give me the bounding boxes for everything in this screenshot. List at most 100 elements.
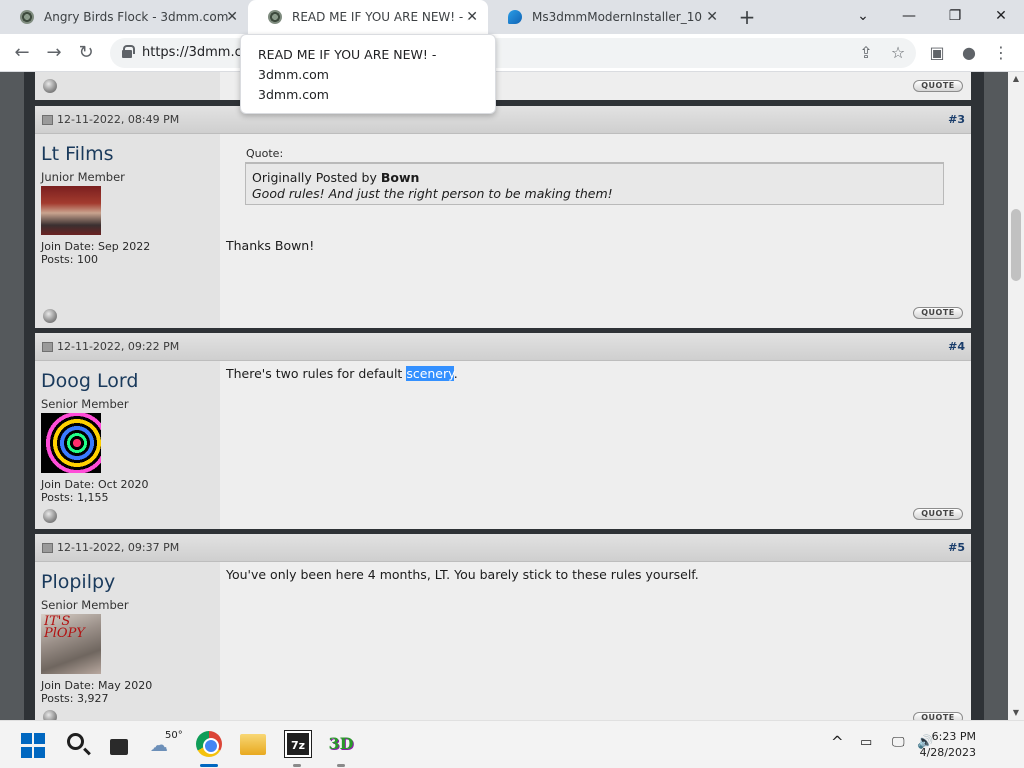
user-info: Join Date: Sep 2022 Posts: 100 xyxy=(41,240,150,266)
globe-icon xyxy=(268,10,282,24)
profile-icon[interactable]: ● xyxy=(958,42,980,64)
tab-read-me[interactable]: READ ME IF YOU ARE NEW! - 3dmm.com ✕ xyxy=(248,0,488,34)
user-avatar[interactable] xyxy=(41,186,101,235)
username-link[interactable]: Lt Films xyxy=(41,143,114,165)
search-icon[interactable] xyxy=(65,731,91,757)
close-icon[interactable]: ✕ xyxy=(226,9,238,25)
reload-button[interactable]: ↻ xyxy=(74,41,98,65)
username-link[interactable]: Doog Lord xyxy=(41,370,138,392)
post-icon xyxy=(42,342,53,352)
post-body: Quote: Originally Posted by Bown Good ru… xyxy=(226,134,966,328)
join-date: Join Date: Oct 2020 xyxy=(41,478,149,491)
new-tab-button[interactable]: + xyxy=(736,6,758,28)
post-count: Posts: 100 xyxy=(41,253,98,266)
bookmark-star-icon[interactable]: ☆ xyxy=(887,42,909,64)
keyboard-icon[interactable]: ▭ xyxy=(860,735,872,750)
offline-status-icon xyxy=(43,79,57,93)
back-button[interactable]: ← xyxy=(10,41,34,65)
post-date: 12-11-2022, 09:22 PM xyxy=(57,340,180,353)
tab-title: Angry Birds Flock - 3dmm.com xyxy=(44,10,229,24)
post-header: 12-11-2022, 08:49 PM #3 xyxy=(35,106,971,134)
scroll-down-arrow-icon[interactable]: ▼ xyxy=(1008,706,1024,720)
quote-button[interactable]: QUOTE xyxy=(913,712,963,720)
user-column: Plopilpy Senior Member IT'S PlOPY Join D… xyxy=(35,562,220,720)
post-icon xyxy=(42,543,53,553)
post-number-link[interactable]: #3 xyxy=(948,113,965,126)
tab-bar: Angry Birds Flock - 3dmm.com ✕ READ ME I… xyxy=(0,0,1024,34)
share-icon[interactable]: ⇪ xyxy=(855,42,877,64)
close-icon[interactable]: ✕ xyxy=(706,9,718,25)
sevenzip-running-indicator xyxy=(293,764,301,767)
forum-post: 12-11-2022, 08:49 PM #3 Lt Films Junior … xyxy=(35,106,971,328)
clock-date: 4/28/2023 xyxy=(919,746,976,759)
avatar-scrawl: IT'S PlOPY xyxy=(44,614,85,641)
side-panel-icon[interactable]: ▣ xyxy=(926,42,948,64)
post-message: Thanks Bown! xyxy=(226,238,315,253)
page-scrollbar[interactable]: ▲ ▼ xyxy=(1008,72,1024,720)
offline-status-icon xyxy=(43,309,57,323)
quote-button[interactable]: QUOTE xyxy=(913,80,963,92)
tab-tooltip: READ ME IF YOU ARE NEW! - 3dmm.com 3dmm.… xyxy=(240,34,496,114)
tab-installer[interactable]: Ms3dmmModernInstaller_10 ✕ xyxy=(488,0,728,34)
quote-prefix: Originally Posted by xyxy=(252,170,381,185)
post-message: You've only been here 4 months, LT. You … xyxy=(226,567,699,582)
address-bar[interactable]: https://3dmm.com xyxy=(110,38,916,68)
post-header: 12-11-2022, 09:37 PM #5 xyxy=(35,534,971,562)
user-column: Lt Films Junior Member Join Date: Sep 20… xyxy=(35,134,220,328)
tab-title: Ms3dmmModernInstaller_10 xyxy=(532,10,702,24)
close-window-button[interactable]: ✕ xyxy=(989,6,1013,26)
restore-button[interactable]: ❐ xyxy=(943,6,967,26)
tooltip-title: READ ME IF YOU ARE NEW! - xyxy=(258,47,437,62)
menu-icon[interactable]: ⋮ xyxy=(990,42,1012,64)
chrome-icon[interactable] xyxy=(196,731,222,757)
page-viewport: QUOTE 12-11-2022, 08:49 PM #3 Lt Films J… xyxy=(0,72,1008,720)
message-text-end: . xyxy=(453,366,458,381)
user-column xyxy=(35,72,220,100)
post-number-link[interactable]: #5 xyxy=(948,541,965,554)
task-view-icon[interactable] xyxy=(108,735,134,761)
post-body: You've only been here 4 months, LT. You … xyxy=(226,562,966,720)
forum-post: 12-11-2022, 09:22 PM #4 Doog Lord Senior… xyxy=(35,333,971,529)
user-title: Senior Member xyxy=(41,397,129,411)
system-clock[interactable]: 6:23 PM 4/28/2023 xyxy=(920,729,976,761)
user-avatar[interactable] xyxy=(41,413,101,473)
scrollbar-thumb[interactable] xyxy=(1011,209,1021,281)
file-explorer-icon[interactable] xyxy=(240,734,266,755)
post-number-link[interactable]: #4 xyxy=(948,340,965,353)
post-header: 12-11-2022, 09:22 PM #4 xyxy=(35,333,971,361)
minimize-button[interactable]: — xyxy=(897,6,921,26)
clock-time: 6:23 PM xyxy=(931,730,976,743)
previous-post-footer: QUOTE xyxy=(35,72,971,100)
tab-title: READ ME IF YOU ARE NEW! - 3dmm.com xyxy=(292,10,468,24)
browser-toolbar: ← → ↻ https://3dmm.com ⇪ ☆ ▣ ● ⋮ xyxy=(0,34,1024,72)
network-icon[interactable]: 🖵 xyxy=(892,735,905,750)
forward-button[interactable]: → xyxy=(42,41,66,65)
edge-icon xyxy=(508,10,522,24)
lock-icon[interactable] xyxy=(122,45,135,58)
user-title: Senior Member xyxy=(41,598,129,612)
weather-temperature: 50° xyxy=(165,730,183,741)
quote-attribution: Originally Posted by Bown xyxy=(252,170,419,185)
quote-button[interactable]: QUOTE xyxy=(913,307,963,319)
post-date: 12-11-2022, 09:37 PM xyxy=(57,541,180,554)
quote-button[interactable]: QUOTE xyxy=(913,508,963,520)
tab-angry-birds[interactable]: Angry Birds Flock - 3dmm.com ✕ xyxy=(0,0,248,34)
quote-author: Bown xyxy=(380,170,420,185)
3dmm-running-indicator xyxy=(337,764,345,767)
sevenzip-icon[interactable]: 7z xyxy=(285,731,311,757)
scroll-up-arrow-icon[interactable]: ▲ xyxy=(1008,72,1024,86)
quote-block: Originally Posted by Bown Good rules! An… xyxy=(245,162,944,205)
post-count: Posts: 1,155 xyxy=(41,491,109,504)
3dmm-app-icon[interactable]: 3D xyxy=(328,731,354,757)
tray-overflow-chevron-icon[interactable]: ^ xyxy=(831,733,844,751)
windows-start-icon[interactable] xyxy=(21,733,47,759)
offline-status-icon xyxy=(43,509,57,523)
close-icon[interactable]: ✕ xyxy=(466,9,478,25)
user-column: Doog Lord Senior Member Join Date: Oct 2… xyxy=(35,361,220,529)
user-info: Join Date: Oct 2020 Posts: 1,155 xyxy=(41,478,149,504)
post-message: There's two rules for default scenery. xyxy=(226,366,458,381)
post-date: 12-11-2022, 08:49 PM xyxy=(57,113,180,126)
username-link[interactable]: Plopilpy xyxy=(41,571,115,593)
tab-search-dropdown-icon[interactable]: ⌄ xyxy=(851,6,875,26)
user-avatar[interactable]: IT'S PlOPY xyxy=(41,614,101,674)
